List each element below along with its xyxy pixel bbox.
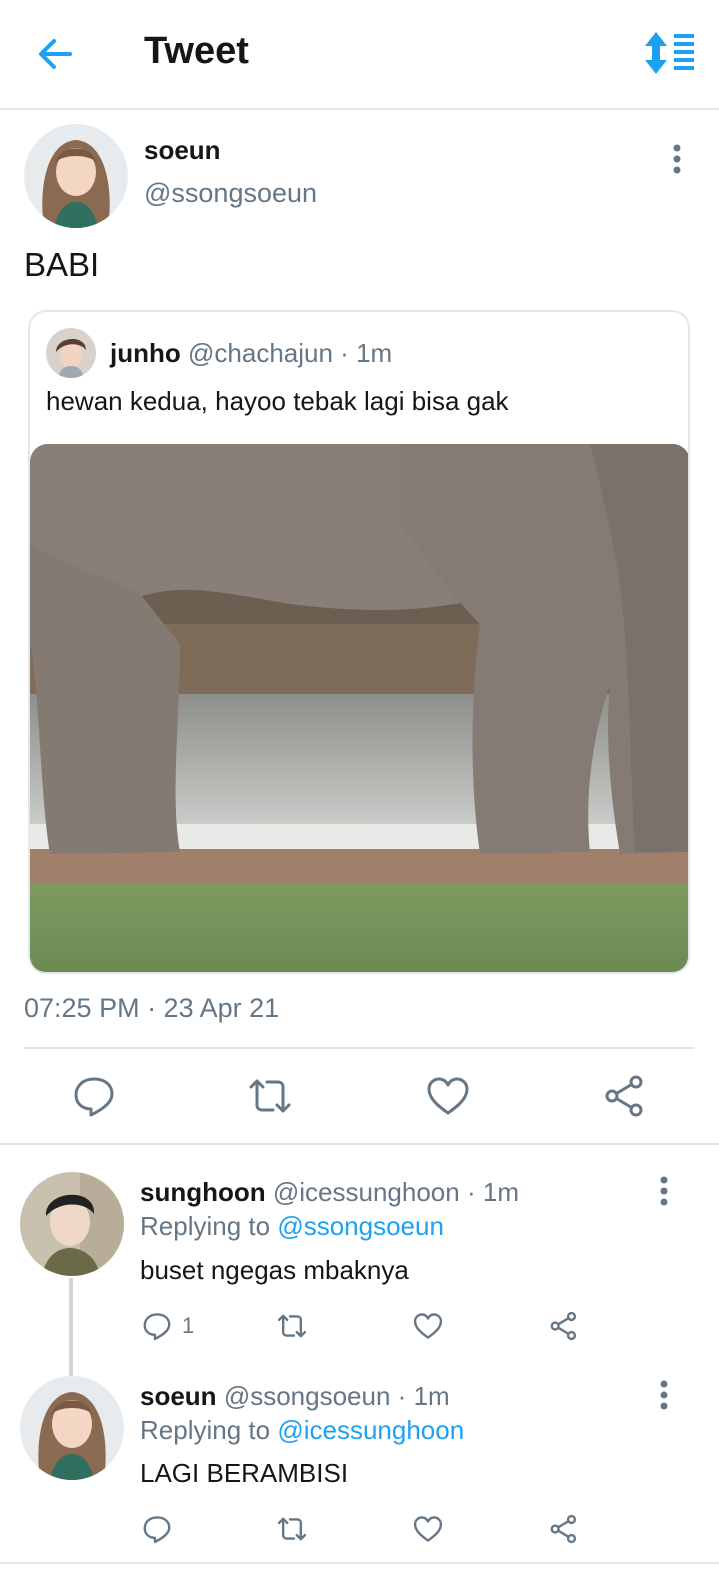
more-icon [660,1380,668,1410]
thread-connector [69,1278,73,1376]
more-icon [660,1176,668,1206]
top-app-bar: Tweet [0,0,719,110]
like-icon [427,1077,469,1115]
reply-icon [74,1077,114,1117]
page-title: Tweet [144,30,249,72]
reply-button[interactable] [69,1071,119,1121]
share-button[interactable] [547,1306,581,1346]
reply-author-avatar[interactable] [20,1376,124,1480]
quoted-author-name: junho [110,338,181,368]
like-icon [413,1313,443,1339]
share-icon [550,1311,577,1341]
reply-button[interactable] [140,1509,174,1549]
like-button[interactable] [411,1509,445,1549]
section-divider [0,1143,719,1145]
quoted-tweet-card[interactable]: junho @chachajun · 1m hewan kedua, hayoo… [28,310,690,974]
retweet-icon [277,1517,307,1541]
reply-count: 1 [182,1313,195,1338]
replying-to-label: Replying to [140,1415,271,1445]
author-name[interactable]: soeun [144,135,221,166]
reply-time: 1m [413,1381,450,1411]
separator-dot: · [397,1381,407,1411]
replying-to-mention[interactable]: @icessunghoon [277,1415,464,1445]
like-icon [413,1516,443,1542]
reply-author-name[interactable]: soeun [140,1381,217,1411]
divider [0,1562,719,1564]
replying-to-label: Replying to [140,1211,271,1241]
reply-text: buset ngegas mbaknya [140,1255,409,1285]
quoted-author-avatar [46,328,96,378]
reply-icon [143,1516,171,1544]
share-button[interactable] [547,1509,581,1549]
share-button[interactable] [600,1071,650,1121]
author-handle[interactable]: @ssongsoeun [144,178,317,209]
replying-to-mention[interactable]: @ssongsoeun [277,1211,444,1241]
reply-text: LAGI BERAMBISI [140,1458,349,1488]
retweet-button[interactable] [275,1509,309,1549]
share-icon [605,1075,643,1117]
tweet-more-button[interactable] [662,140,692,180]
back-button[interactable] [30,28,82,80]
retweet-icon [277,1314,307,1338]
quoted-tweet-time: 1m [356,338,393,368]
separator-dot: · [466,1177,476,1207]
reply-author-name[interactable]: sunghoon [140,1177,266,1207]
retweet-button[interactable] [245,1071,295,1121]
more-icon [673,144,681,174]
quoted-tweet-header: junho @chachajun · 1m [110,338,392,369]
reply-header: sunghoon @icessunghoon · 1m [140,1177,519,1208]
back-arrow-icon [39,39,72,69]
quoted-tweet-photo[interactable] [30,444,688,972]
sort-button[interactable] [640,28,700,78]
like-button[interactable] [411,1306,445,1346]
reply-time: 1m [482,1177,519,1207]
replying-to: Replying to @ssongsoeun [140,1211,444,1242]
divider [24,1047,694,1049]
retweet-button[interactable] [275,1306,309,1346]
like-button[interactable] [423,1071,473,1121]
quoted-tweet-text: hewan kedua, hayoo tebak lagi bisa gak [46,386,509,416]
share-icon [550,1514,577,1544]
author-avatar[interactable] [24,124,128,228]
reply-icon [143,1313,171,1341]
reply-more-button[interactable] [650,1376,680,1416]
reply-button[interactable]: 1 [140,1306,194,1346]
reply-author-handle[interactable]: @icessunghoon [273,1177,460,1207]
tweet-text: BABI [24,246,100,283]
reply-header: soeun @ssongsoeun · 1m [140,1381,450,1412]
tweet-timestamp: 07:25 PM · 23 Apr 21 [24,993,280,1023]
quoted-author-handle: @chachajun [188,338,333,368]
reply-author-avatar[interactable] [20,1172,124,1276]
sort-icon [645,32,694,74]
reply-author-handle[interactable]: @ssongsoeun [224,1381,391,1411]
replying-to: Replying to @icessunghoon [140,1415,464,1446]
separator-dot: · [340,338,349,368]
retweet-icon [249,1079,291,1113]
reply-more-button[interactable] [650,1172,680,1212]
